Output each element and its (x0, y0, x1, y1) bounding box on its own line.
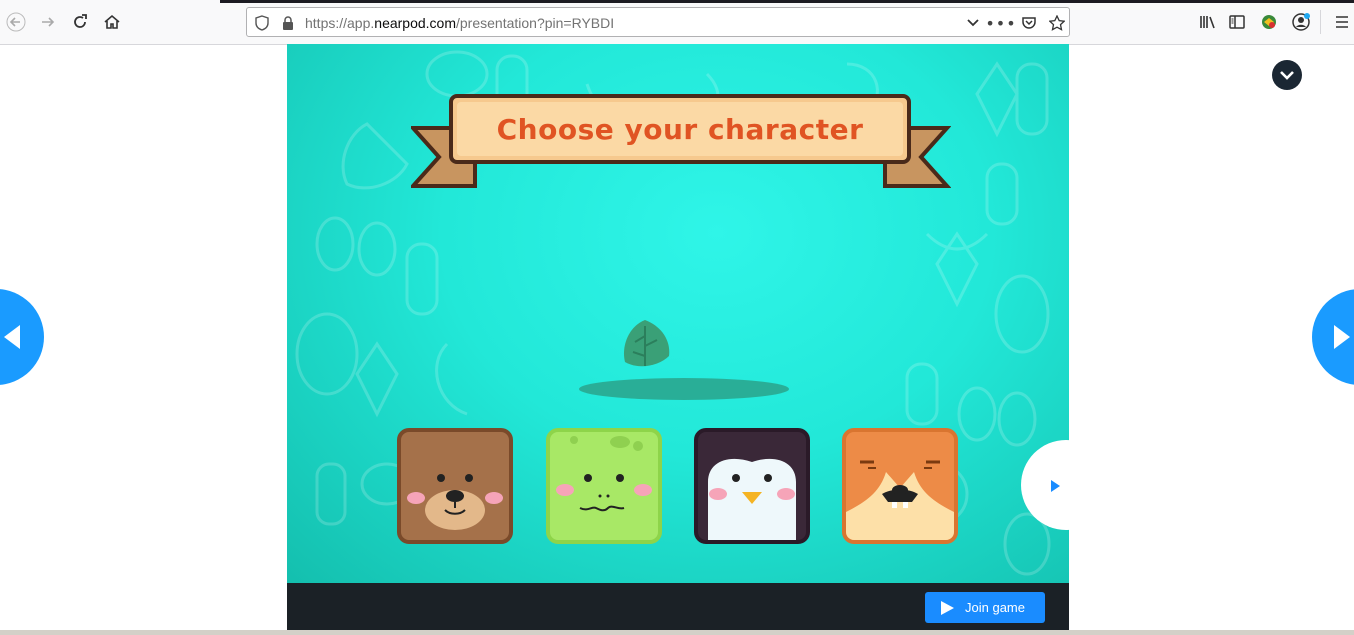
library-button[interactable] (1196, 10, 1220, 34)
sidebar-button[interactable] (1225, 10, 1249, 34)
game-footer: Join game (287, 583, 1069, 630)
bear-face-icon (407, 474, 503, 530)
url-text[interactable]: https://app.nearpod.com/presentation?pin… (305, 15, 614, 31)
lock-icon[interactable] (278, 13, 298, 33)
arrow-right-icon (42, 17, 55, 27)
join-game-label: Join game (965, 600, 1025, 615)
browser-toolbar: https://app.nearpod.com/presentation?pin… (0, 0, 1354, 45)
previous-slide-button[interactable] (0, 289, 44, 385)
titlebar-strip (220, 0, 1354, 3)
page-title: Choose your character (496, 112, 864, 146)
toolbar-divider (1320, 10, 1321, 34)
play-icon (941, 600, 954, 615)
os-taskbar (0, 630, 1354, 635)
collapse-button[interactable] (1272, 60, 1302, 90)
fox-face-icon (846, 460, 954, 540)
chevron-down-icon (1280, 71, 1294, 80)
leaf-icon (623, 320, 670, 367)
join-game-button[interactable]: Join game (925, 592, 1045, 623)
chevron-down-icon[interactable] (963, 13, 983, 33)
penguin-face-icon (708, 458, 796, 540)
next-slide-button[interactable] (1312, 289, 1354, 385)
menu-button[interactable] (1330, 10, 1354, 34)
character-frog[interactable] (546, 428, 662, 544)
character-penguin[interactable] (694, 428, 810, 544)
shield-icon[interactable] (252, 13, 272, 33)
character-bear[interactable] (397, 428, 513, 544)
extension-icon (1262, 15, 1276, 29)
character-fox[interactable] (842, 428, 958, 544)
reload-button[interactable] (68, 10, 92, 34)
pocket-icon[interactable] (1019, 13, 1039, 33)
more-actions-icon[interactable]: ••• (985, 13, 1015, 33)
triangle-right-icon (1051, 480, 1060, 492)
extension-button[interactable] (1257, 10, 1281, 34)
address-bar[interactable]: https://app.nearpod.com/presentation?pin… (246, 7, 1070, 37)
game-stage: Choose your character (287, 44, 1069, 583)
home-button[interactable] (100, 10, 124, 34)
character-shadow (579, 378, 789, 400)
home-icon (104, 14, 120, 29)
title-banner-text-box: Choose your character (451, 96, 909, 162)
back-button[interactable] (4, 10, 28, 34)
hamburger-icon (1336, 16, 1348, 28)
triangle-right-icon (1334, 325, 1350, 349)
reload-icon (74, 14, 87, 28)
account-button[interactable] (1289, 10, 1313, 34)
library-icon (1200, 16, 1215, 29)
sidebar-icon (1229, 15, 1245, 29)
frog-face-icon (556, 436, 652, 512)
star-icon[interactable] (1047, 13, 1067, 33)
account-icon (1292, 13, 1310, 31)
arrow-left-icon (6, 12, 26, 32)
triangle-left-icon (4, 325, 20, 349)
forward-button[interactable] (36, 10, 60, 34)
